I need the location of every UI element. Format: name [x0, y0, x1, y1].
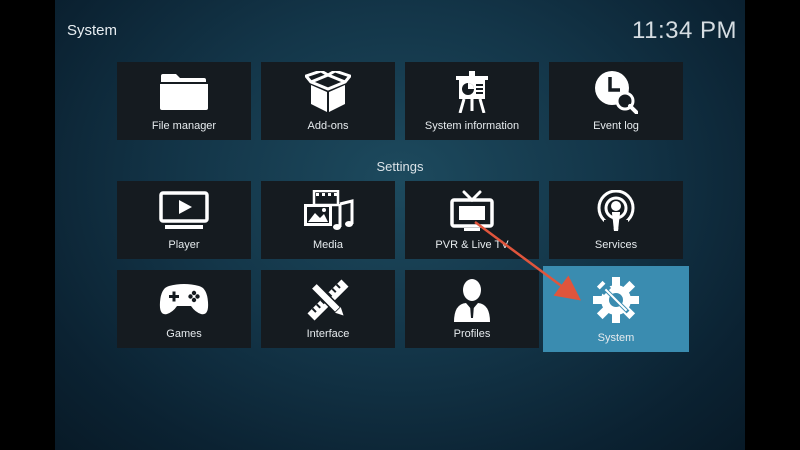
tile-label: PVR & Live TV: [435, 239, 509, 251]
tile-label: Add-ons: [307, 120, 349, 132]
podcast-broadcast-icon: [549, 189, 683, 233]
clock-search-icon: [549, 70, 683, 114]
tile-label: System: [597, 332, 635, 344]
tile-label: Services: [594, 239, 638, 251]
gear-wrench-icon: [543, 276, 689, 324]
ruler-pencil-icon: [261, 278, 395, 322]
tile-label: File manager: [151, 120, 217, 132]
presentation-chart-icon: [405, 70, 539, 114]
tile-player[interactable]: Player: [117, 181, 251, 259]
play-monitor-icon: [117, 189, 251, 233]
clock: 11:34 PM: [632, 17, 737, 44]
folder-icon: [117, 70, 251, 114]
tile-media[interactable]: Media: [261, 181, 395, 259]
open-box-icon: [261, 70, 395, 114]
gamepad-icon: [117, 278, 251, 322]
tile-pvr-live-tv[interactable]: PVR & Live TV: [405, 181, 539, 259]
tile-interface[interactable]: Interface: [261, 270, 395, 348]
tile-services[interactable]: Services: [549, 181, 683, 259]
tile-label: Player: [168, 239, 200, 251]
tv-antenna-icon: [405, 189, 539, 233]
tile-label: Event log: [593, 120, 639, 132]
tile-label: Media: [313, 239, 343, 251]
media-images-music-icon: [261, 189, 395, 233]
tile-add-ons[interactable]: Add-ons: [261, 62, 395, 140]
tile-label: Profiles: [453, 328, 491, 340]
tile-event-log[interactable]: Event log: [549, 62, 683, 140]
settings-section-label: Settings: [376, 159, 424, 174]
tile-profiles[interactable]: Profiles: [405, 270, 539, 348]
tile-file-manager[interactable]: File manager: [117, 62, 251, 140]
top-bar: System 11:34 PM: [55, 0, 745, 48]
tile-system-information[interactable]: System information: [405, 62, 539, 140]
tile-label: Games: [166, 328, 202, 340]
tile-label: Interface: [306, 328, 350, 340]
tile-games[interactable]: Games: [117, 270, 251, 348]
tile-system[interactable]: System: [543, 266, 689, 352]
person-icon: [405, 278, 539, 322]
kodi-screen: System 11:34 PM File manager Add-ons Sys…: [55, 0, 745, 450]
page-title: System: [67, 22, 118, 39]
tile-label: System information: [424, 120, 520, 132]
